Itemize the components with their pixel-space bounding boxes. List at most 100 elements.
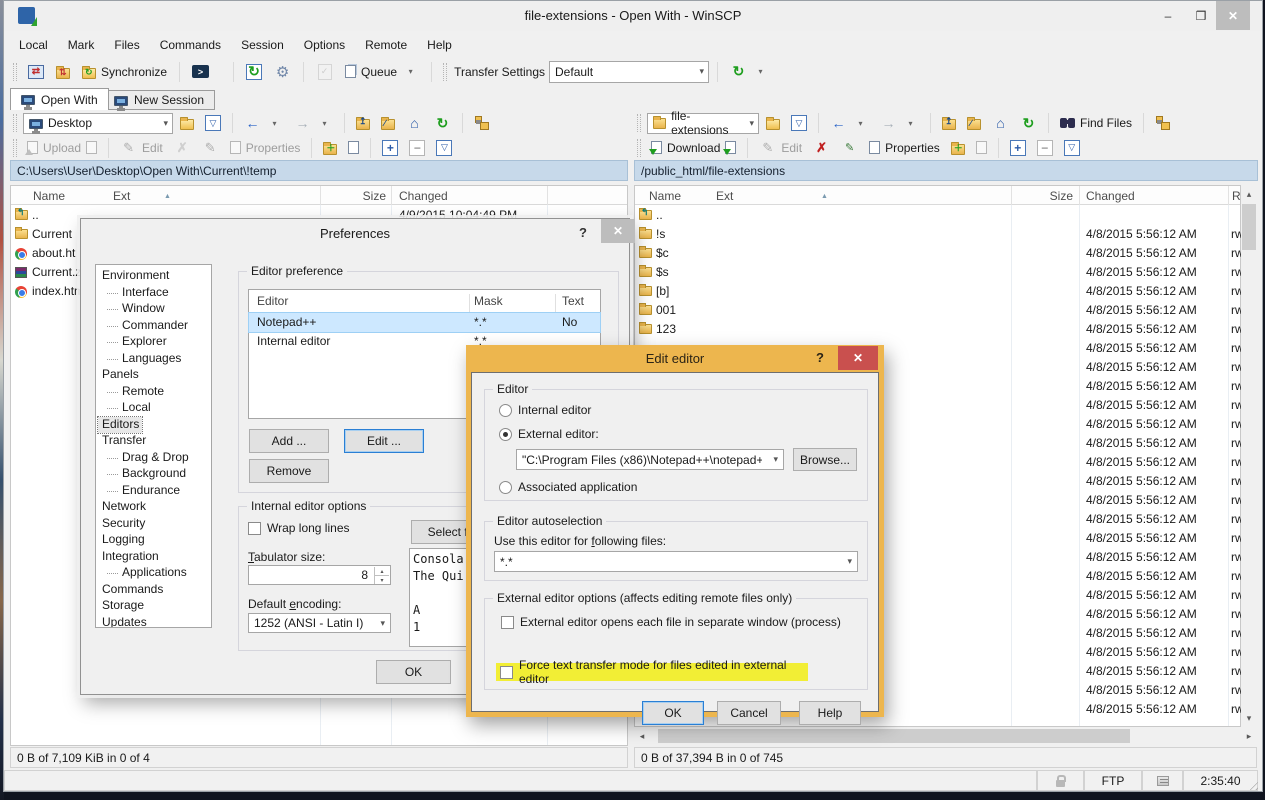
remove-button[interactable]: Remove <box>249 459 329 483</box>
column-size[interactable]: Size <box>320 189 386 203</box>
help-icon[interactable]: ? <box>579 225 587 240</box>
radio-icon[interactable] <box>499 404 512 417</box>
tree-item-transfer[interactable]: Transfer <box>98 433 211 450</box>
synchronize-button[interactable]: ↻Synchronize <box>78 60 171 84</box>
tab-open-with[interactable]: Open With <box>10 88 109 110</box>
tree-item-remote[interactable]: Remote <box>98 384 211 401</box>
column-mask[interactable]: Mask <box>474 294 503 308</box>
left-parent-directory-button[interactable]: ↥ <box>352 111 374 135</box>
edit-editor-help-button[interactable]: Help <box>799 701 861 725</box>
radio-icon[interactable] <box>499 481 512 494</box>
left-list-header[interactable]: Name Ext Size Changed <box>11 186 627 205</box>
default-encoding-combo[interactable]: 1252 (ANSI - Latin I) <box>248 613 391 633</box>
tree-item-background[interactable]: Background <box>98 466 211 483</box>
file-row[interactable]: !s4/8/2015 5:56:12 AMrw <box>635 225 1240 244</box>
compare-directories-button[interactable] <box>24 60 48 84</box>
right-forward-button[interactable] <box>876 111 923 135</box>
scrollbar-thumb[interactable] <box>658 729 1130 743</box>
close-button[interactable]: ✕ <box>1216 1 1250 30</box>
separate-window-checkbox[interactable]: External editor opens each file in separ… <box>501 615 841 629</box>
right-back-button[interactable] <box>826 111 873 135</box>
tree-item-editors[interactable]: Editors <box>98 417 142 434</box>
left-new-file-button[interactable] <box>344 136 363 160</box>
checkbox-icon[interactable] <box>248 522 261 535</box>
tree-item-window[interactable]: Window <box>98 301 211 318</box>
left-back-button[interactable] <box>240 111 287 135</box>
chevron-down-icon[interactable] <box>752 63 769 80</box>
menu-files[interactable]: Files <box>105 35 148 55</box>
left-select-button[interactable] <box>378 136 402 160</box>
right-select-filter-button[interactable] <box>1060 136 1084 160</box>
chevron-down-icon[interactable] <box>316 115 333 132</box>
right-path-bar[interactable]: /public_html/file-extensions <box>634 160 1258 181</box>
column-ext[interactable]: Ext <box>716 189 733 203</box>
right-list-header[interactable]: Name Ext Size Changed R <box>635 186 1240 205</box>
left-location-combo[interactable]: Desktop <box>23 113 173 134</box>
right-filter-button[interactable] <box>787 111 811 135</box>
tree-item-logging[interactable]: Logging <box>98 532 211 549</box>
edit-editor-close-button[interactable]: ✕ <box>838 346 878 370</box>
menu-local[interactable]: Local <box>10 35 57 55</box>
associated-application-radio[interactable]: Associated application <box>499 480 637 494</box>
tree-item-network[interactable]: Network <box>98 499 211 516</box>
right-delete-button[interactable] <box>809 136 834 160</box>
help-icon[interactable]: ? <box>816 350 824 365</box>
toolbar-grip[interactable] <box>637 114 641 132</box>
right-open-directory-button[interactable] <box>762 111 784 135</box>
toolbar-grip[interactable] <box>637 139 641 157</box>
preferences-ok-button[interactable]: OK <box>376 660 451 684</box>
tree-item-applications[interactable]: Applications <box>98 565 211 582</box>
title-bar[interactable]: file-extensions - Open With - WinSCP – ❒… <box>4 1 1262 31</box>
file-row[interactable]: [b]4/8/2015 5:56:12 AMrw <box>635 282 1240 301</box>
right-tree-button[interactable] <box>1151 111 1175 135</box>
column-rights[interactable]: R <box>1232 189 1241 203</box>
left-select-filter-button[interactable] <box>432 136 456 160</box>
tree-item-environment[interactable]: Environment <box>98 268 211 285</box>
tree-item-local[interactable]: Local <box>98 400 211 417</box>
preferences-close-button[interactable]: ✕ <box>601 219 635 243</box>
left-filter-button[interactable] <box>201 111 225 135</box>
column-editor[interactable]: Editor <box>257 294 288 308</box>
right-new-folder-button[interactable]: ＋ <box>947 136 969 160</box>
column-ext[interactable]: Ext <box>113 189 130 203</box>
scroll-left-icon[interactable]: ◂ <box>634 728 650 744</box>
scrollbar-thumb[interactable] <box>1242 204 1256 250</box>
menu-remote[interactable]: Remote <box>356 35 416 55</box>
tree-item-languages[interactable]: Languages <box>98 351 211 368</box>
menu-commands[interactable]: Commands <box>151 35 230 55</box>
file-row[interactable]: $c4/8/2015 5:56:12 AMrw <box>635 244 1240 263</box>
tree-item-integration[interactable]: Integration <box>98 549 211 566</box>
add-button[interactable]: Add ... <box>249 429 329 453</box>
left-unselect-button[interactable] <box>405 136 429 160</box>
tree-item-commands[interactable]: Commands <box>98 582 211 599</box>
wrap-long-lines-checkbox[interactable]: Wrap long lines <box>248 521 350 535</box>
editor-table-header[interactable]: Editor Mask Text <box>249 290 600 313</box>
tree-item-explorer[interactable]: Explorer <box>98 334 211 351</box>
open-session-button[interactable] <box>217 60 225 84</box>
left-tree-button[interactable] <box>470 111 494 135</box>
maximize-button[interactable]: ❒ <box>1186 1 1216 30</box>
transfer-options-button[interactable] <box>726 60 773 84</box>
right-unselect-button[interactable] <box>1033 136 1057 160</box>
scroll-right-icon[interactable]: ▸ <box>1241 728 1257 744</box>
file-row[interactable]: $s4/8/2015 5:56:12 AMrw <box>635 263 1240 282</box>
tree-item-endurance[interactable]: Endurance <box>98 483 211 500</box>
tree-item-security[interactable]: Security <box>98 516 211 533</box>
chevron-down-icon[interactable] <box>402 63 419 80</box>
find-files-button[interactable]: Find Files <box>1056 111 1136 135</box>
server-segment[interactable] <box>1142 770 1183 791</box>
toolbar-grip[interactable] <box>13 139 17 157</box>
tree-item-drag-drop[interactable]: Drag & Drop <box>98 450 211 467</box>
open-terminal-button[interactable] <box>188 60 213 84</box>
tabulator-size-input[interactable]: 8 ▴▾ <box>248 565 391 585</box>
edit-editor-cancel-button[interactable]: Cancel <box>717 701 781 725</box>
checkbox-icon[interactable] <box>500 666 513 679</box>
external-editor-path-combo[interactable]: "C:\Program Files (x86)\Notepad++\notepa… <box>516 449 784 470</box>
left-open-directory-button[interactable] <box>176 111 198 135</box>
right-horizontal-scrollbar[interactable]: ◂ ▸ <box>634 728 1257 744</box>
right-root-directory-button[interactable]: ∕ <box>963 111 985 135</box>
preferences-button[interactable] <box>270 60 295 84</box>
column-changed[interactable]: Changed <box>1086 189 1135 203</box>
tree-item-commander[interactable]: Commander <box>98 318 211 335</box>
minimize-button[interactable]: – <box>1152 1 1184 30</box>
